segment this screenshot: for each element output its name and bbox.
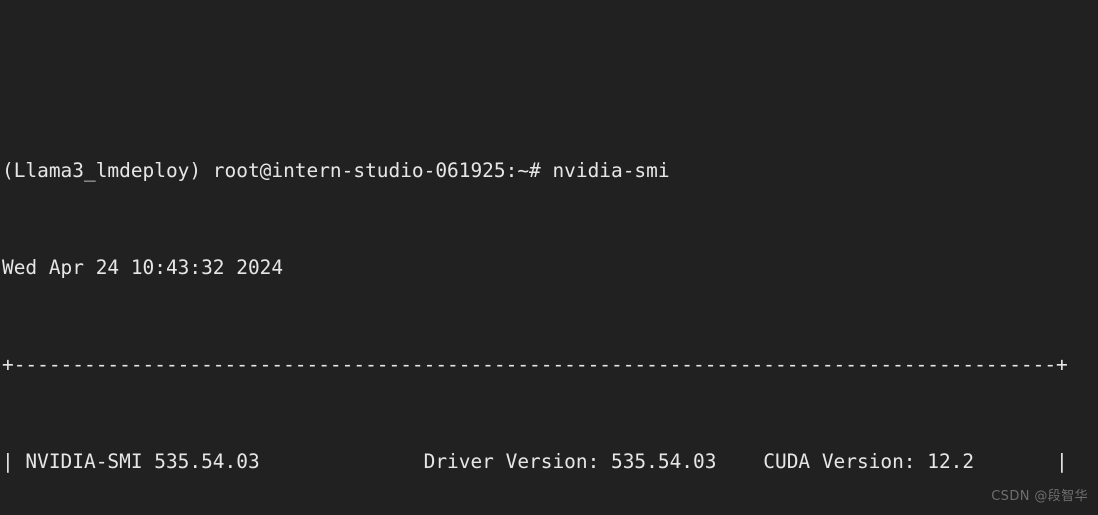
timestamp-line: Wed Apr 24 10:43:32 2024 — [2, 256, 284, 280]
table-top-border: +---------------------------------------… — [2, 353, 1068, 376]
csdn-watermark: CSDN @段智华 — [991, 488, 1088, 504]
terminal-window[interactable]: (Llama3_lmdeploy) root@intern-studio-061… — [0, 0, 1098, 515]
terminal-line-partial-top — [2, 63, 1068, 87]
command-prompt-line: (Llama3_lmdeploy) root@intern-studio-061… — [2, 159, 670, 183]
smi-version-line: | NVIDIA-SMI 535.54.03 Driver Version: 5… — [2, 449, 1068, 473]
terminal-screen: (Llama3_lmdeploy) root@intern-studio-061… — [2, 0, 1068, 515]
